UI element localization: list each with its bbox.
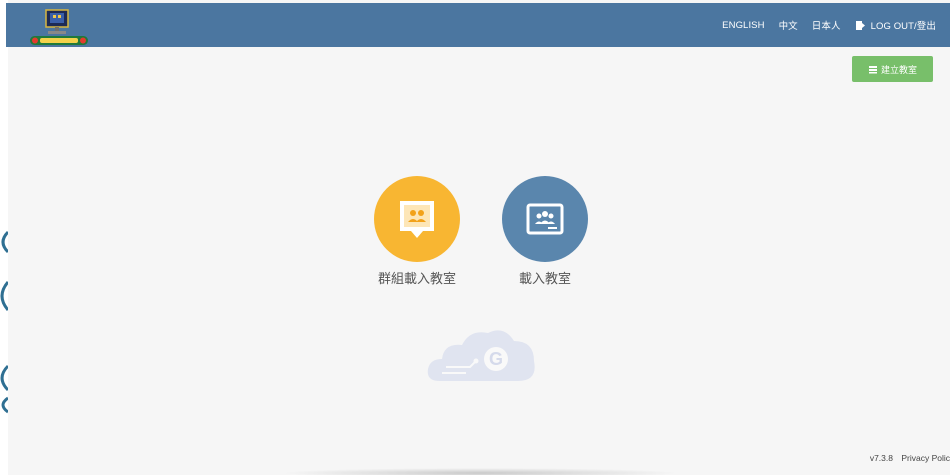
google-classroom-icon [526, 203, 564, 235]
nav-english[interactable]: ENGLISH [722, 20, 764, 31]
app-page: ENGLISH 中文 日本人 LOG OUT/登出 建立教室 群組載入教室 載入… [0, 0, 950, 475]
top-header: ENGLISH 中文 日本人 LOG OUT/登出 [6, 3, 950, 47]
load-classroom-circle[interactable] [502, 176, 588, 262]
privacy-policy-link[interactable]: Privacy Polic [901, 453, 950, 463]
svg-text:G: G [489, 349, 503, 369]
group-load-classroom-tile[interactable]: 群組載入教室 [357, 176, 477, 287]
logout-link[interactable]: LOG OUT/登出 [855, 18, 936, 32]
load-classroom-tile[interactable]: 載入教室 [485, 176, 605, 287]
language-nav: ENGLISH 中文 日本人 LOG OUT/登出 [722, 3, 936, 47]
nav-chinese[interactable]: 中文 [779, 18, 798, 32]
left-decoration [0, 0, 8, 475]
bottom-shadow [280, 468, 680, 475]
create-classroom-button[interactable]: 建立教室 [852, 56, 933, 82]
version-text: v7.3.8 [869, 453, 893, 463]
logout-door-icon [855, 20, 865, 30]
cloud-g-logo: G [426, 323, 538, 387]
load-classroom-label: 載入教室 [518, 271, 571, 286]
logout-label: LOG OUT/登出 [870, 21, 936, 32]
classroom-icon [868, 65, 877, 73]
group-classroom-icon [400, 201, 434, 238]
classroom-go-logo[interactable] [28, 6, 90, 46]
footer: v7.3.8 Privacy Polic [864, 453, 950, 463]
create-classroom-label: 建立教室 [880, 64, 917, 75]
group-load-classroom-circle[interactable] [374, 176, 460, 262]
group-load-classroom-label: 群組載入教室 [377, 271, 456, 286]
nav-japanese[interactable]: 日本人 [812, 18, 841, 32]
